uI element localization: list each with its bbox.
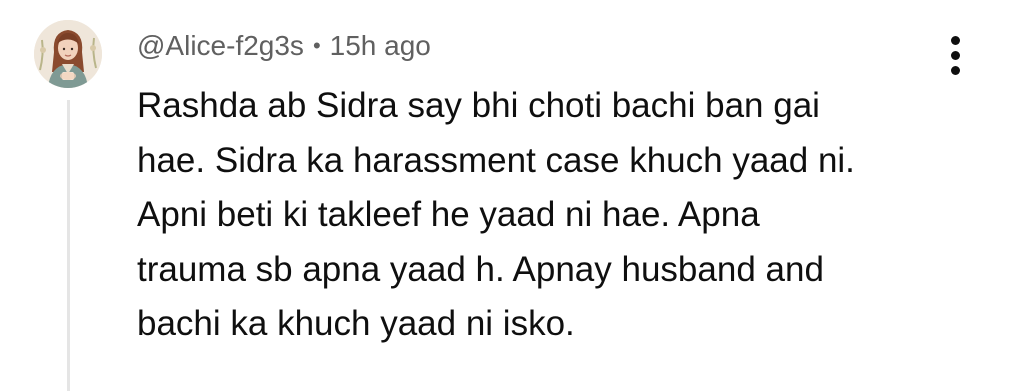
more-vert-icon-dot-3 xyxy=(950,65,960,75)
meta-separator: • xyxy=(312,33,321,58)
comment: @Alice-f2g3s • 15h ago Rashda ab Sidra s… xyxy=(0,0,1024,391)
comment-line: hae. Sidra ka harassment case khuch yaad… xyxy=(137,140,855,180)
comment-line: trauma sb apna yaad h. Apnay husband and xyxy=(137,249,824,289)
comment-line: Rashda ab Sidra say bhi choti bachi ban … xyxy=(137,86,820,125)
comment-body: Rashda ab Sidra say bhi choti bachi ban … xyxy=(137,79,967,352)
avatar-illustration-icon xyxy=(34,20,102,88)
comment-header: @Alice-f2g3s • 15h ago xyxy=(137,28,431,64)
author-handle[interactable]: @Alice-f2g3s xyxy=(137,30,304,62)
comment-line: bachi ka khuch yaad ni isko. xyxy=(137,304,575,343)
reply-thread-line xyxy=(67,100,70,391)
more-vert-icon xyxy=(950,35,960,45)
more-vert-icon-dot-2 xyxy=(950,50,960,60)
author-avatar[interactable] xyxy=(34,20,102,88)
more-actions-button[interactable] xyxy=(935,30,975,80)
comment-line: Apni beti ki takleef he yaad ni hae. Apn… xyxy=(137,195,760,234)
comment-timestamp[interactable]: 15h ago xyxy=(330,30,431,62)
